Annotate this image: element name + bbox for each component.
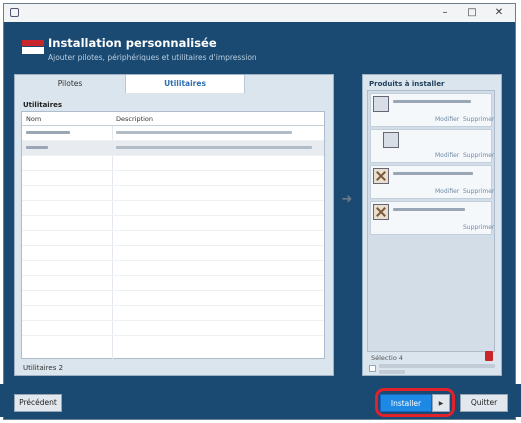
table-row [22,156,324,171]
arrow-right-icon[interactable]: ➜ [332,192,362,208]
delete-link[interactable]: Supprimer [463,188,494,195]
table-row [22,186,324,201]
table-row [22,276,324,291]
option-label-redacted [379,370,405,374]
table-row [22,246,324,261]
selected-count: Sélectio 4 [371,354,404,362]
title-bar: – □ ✕ [4,4,515,23]
table-row [22,306,324,321]
tab-pilotes[interactable]: Pilotes [15,75,125,93]
tab-utilitaires[interactable]: Utilitaires [125,75,245,93]
delete-link[interactable]: Supprimer [463,224,494,231]
row-name-redacted [26,146,48,149]
products-to-install-panel: Produits à installer Modifier Supprimer … [362,74,502,376]
table-row[interactable] [22,126,324,141]
utilities-table: Nom Description [21,111,325,359]
product-item[interactable]: Modifier Supprimer [370,93,494,127]
table-row [22,231,324,246]
table-row [22,321,324,336]
modify-link[interactable]: Modifier [435,188,459,195]
products-title: Produits à installer [369,80,445,88]
product-item[interactable]: Modifier Supprimer [370,129,494,163]
trash-icon[interactable] [485,351,493,361]
page-header: Installation personnalisée Ajouter pilot… [4,22,515,70]
minimize-button[interactable]: – [434,5,456,21]
utility-icon [373,168,389,184]
table-row [22,261,324,276]
previous-button[interactable]: Précédent [14,394,62,412]
device-icon [383,132,399,148]
modify-link[interactable]: Modifier [435,116,459,123]
product-item[interactable]: Supprimer [370,201,494,235]
brand-logo [22,40,44,54]
table-row [22,171,324,186]
column-header-description[interactable]: Description [116,115,153,123]
column-header-name[interactable]: Nom [26,115,41,123]
close-button[interactable]: ✕ [488,5,510,21]
utility-icon [373,204,389,220]
option-checkbox[interactable] [369,365,376,372]
utilities-count: Utilitaires 2 [23,364,64,372]
products-list: Modifier Supprimer Modifier Supprimer Mo… [367,90,495,352]
product-name-redacted [393,172,473,175]
install-button[interactable]: Installer [380,394,432,412]
delete-link[interactable]: Supprimer [463,152,494,159]
table-row [22,201,324,216]
app-icon [10,8,19,17]
product-name-redacted [393,100,471,103]
section-label: Utilitaires [23,101,63,109]
row-description-redacted [116,131,292,134]
available-items-panel: Pilotes Utilitaires Utilitaires Nom Desc… [14,74,334,376]
quit-button[interactable]: Quitter [460,394,508,412]
modify-link[interactable]: Modifier [435,152,459,159]
maximize-button[interactable]: □ [461,5,483,21]
page-title: Installation personnalisée [48,36,217,50]
chevron-right-icon[interactable]: ▶ [432,394,450,412]
table-row [22,216,324,231]
product-name-redacted [393,208,465,211]
table-row [22,291,324,306]
delete-link[interactable]: Supprimer [463,116,494,123]
row-name-redacted [26,131,70,134]
row-description-redacted [116,146,312,149]
option-label-redacted [379,364,495,368]
page-subtitle: Ajouter pilotes, périphériques et utilit… [48,53,257,62]
driver-icon [373,96,389,112]
table-row[interactable] [22,141,324,156]
product-item[interactable]: Modifier Supprimer [370,165,494,199]
